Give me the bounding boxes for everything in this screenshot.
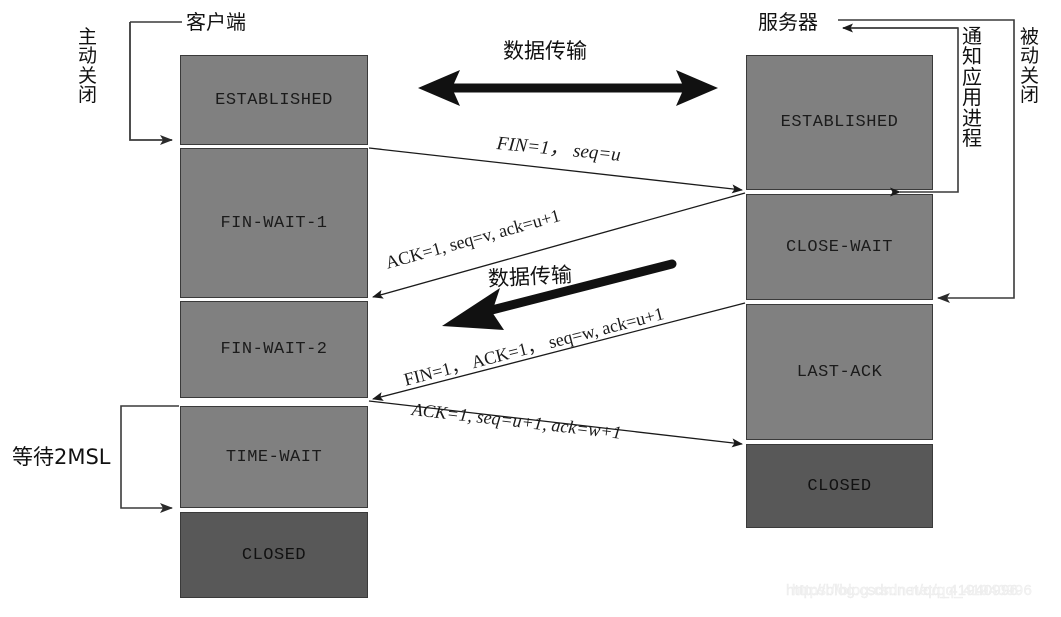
passive-close-label: 被 动 关 闭	[1020, 27, 1040, 107]
tcp-termination-diagram: 客户端 服务器 主 动 关 闭 通 知 应 用 进 程 被 动 关 闭 等待2M…	[0, 0, 1061, 617]
client-state-fin-wait-1-label: FIN-WAIT-1	[220, 213, 328, 233]
server-state-close-wait: CLOSE-WAIT	[746, 194, 933, 300]
client-state-fin-wait-2-label: FIN-WAIT-2	[220, 340, 328, 359]
data-transfer-bottom-label: 数据传输	[487, 262, 573, 291]
server-state-established: ESTABLISHED	[746, 55, 933, 190]
passive-close-char-2: 动	[1020, 45, 1040, 68]
server-state-established-label: ESTABLISHED	[780, 113, 899, 132]
active-close-char-4: 闭	[78, 84, 98, 107]
data-transfer-top-label: 数据传输	[503, 39, 587, 63]
client-header-label: 客户端	[186, 10, 246, 34]
client-state-time-wait: TIME-WAIT	[180, 406, 368, 508]
message-label-fin-1: FIN=1， seq=u	[495, 133, 622, 166]
server-state-closed: CLOSED	[746, 444, 933, 528]
active-close-bracket	[129, 22, 173, 145]
client-state-fin-wait-1: FIN-WAIT-1	[180, 148, 368, 298]
client-state-established-label: ESTABLISHED	[215, 90, 333, 110]
server-state-last-ack: LAST-ACK	[746, 304, 933, 440]
notify-app-label: 通 知 应 用 进 程	[962, 24, 982, 150]
server-state-closed-label: CLOSED	[807, 476, 872, 496]
notify-app-char-5: 进	[962, 105, 982, 130]
wait-2msl-label: 等待2MSL	[12, 445, 111, 469]
client-state-fin-wait-2: FIN-WAIT-2	[180, 301, 368, 398]
active-close-label: 主 动 关 闭	[78, 27, 98, 107]
data-transfer-top-arrow	[418, 70, 718, 106]
message-label-ack-2: ACK=1, seq=u+1, ack=w+1	[410, 399, 623, 443]
client-state-time-wait-label: TIME-WAIT	[225, 447, 323, 467]
client-state-closed-label: CLOSED	[241, 545, 307, 565]
notify-app-char-2: 知	[962, 44, 982, 69]
wait-2msl-bracket	[120, 405, 179, 513]
notify-app-char-4: 用	[962, 85, 982, 110]
server-state-close-wait-label: CLOSE-WAIT	[785, 237, 894, 257]
active-close-char-2: 动	[78, 45, 98, 68]
client-state-closed: CLOSED	[180, 512, 368, 598]
notify-app-char-6: 程	[962, 125, 982, 150]
server-header-label: 服务器	[758, 10, 818, 34]
notify-app-char-1: 通	[962, 24, 982, 48]
watermark-line-2: https://blog.csdn.net/qq_41940996	[792, 582, 1033, 599]
message-label-fin-ack-2: FIN=1， ACK=1， seq=w, ack=u+1	[401, 303, 666, 390]
notify-app-char-3: 应	[962, 64, 982, 89]
passive-close-char-4: 闭	[1020, 84, 1040, 107]
server-state-last-ack-label: LAST-ACK	[796, 362, 883, 382]
client-state-established: ESTABLISHED	[180, 55, 368, 145]
